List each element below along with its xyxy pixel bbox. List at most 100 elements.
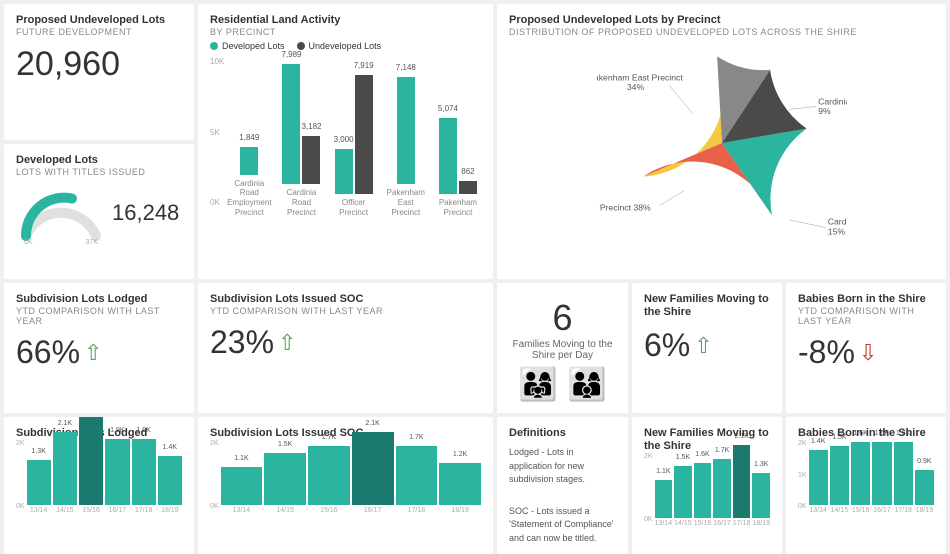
bar-undeveloped: 7,919 [355, 75, 373, 194]
small-bar-chart: 1.1K 13/14 1.5K 14/15 1.7K 15 [221, 444, 481, 514]
undeveloped-subtitle: FUTURE DEVELOPMENT [16, 27, 182, 37]
developed-value: 16,248 [112, 200, 179, 226]
undeveloped-lots-card: Proposed Undeveloped Lots FUTURE DEVELOP… [4, 4, 194, 140]
bar-undeveloped: 3,182 [302, 136, 320, 184]
legend-dot-developed [210, 42, 218, 50]
babies-value: -8% [798, 334, 855, 371]
bar-17-18: 1.6K 17/18 [894, 442, 913, 514]
legend-dot-undeveloped [297, 42, 305, 50]
small-bar-chart: 1.4K 13/14 1.5K 14/15 1.6K 15 [809, 444, 934, 514]
bar-14-15: 1.5K 14/15 [830, 446, 849, 514]
families-day-label: Families Moving to the Shire per Day [509, 339, 616, 361]
bar-chart: 1,849 Cardinia RoadEmploymentPrecinct 7,… [226, 57, 481, 217]
bar-16-17: 2.1K 16/17 [352, 432, 394, 514]
svg-text:Cardinia Road Employment Preci: Cardinia Road Employment Precinct [818, 97, 847, 107]
sub-soc-arrow: ⇧ [278, 330, 296, 356]
sub-soc-chart-card: Subdivision Lots Issued SOC 2K 0K 1.1K 1… [198, 417, 493, 554]
new-families-arrow: ⇧ [694, 333, 712, 359]
bar-18-19: 0.9K 18/19 [915, 470, 934, 514]
bar-17-18: 2.1K 17/18 [733, 445, 751, 527]
small-bar-chart: 1.3K 13/14 2.1K 14/15 3.8K 15 [27, 444, 182, 514]
bar-14-15: 2.1K 14/15 [53, 432, 77, 514]
bar [655, 480, 673, 518]
bar-developed: 7,148 [397, 77, 415, 184]
bar [79, 417, 103, 505]
bar-16-17: 1.9K 16/17 [105, 439, 129, 514]
new-families-value: 6% [644, 327, 690, 364]
sub-soc-chart-wrap: 2K 0K 1.1K 13/14 1.5K 14/15 [210, 440, 481, 514]
bar [872, 442, 891, 505]
bar [221, 467, 263, 505]
undeveloped-value: 20,960 [16, 45, 182, 84]
residential-land-card: Residential Land Activity BY PRECINCT De… [198, 4, 493, 279]
bar [352, 432, 394, 505]
pie-title: Proposed Undeveloped Lots by Precinct [509, 14, 934, 27]
bar-15-16: 3.8K 15/16 [79, 417, 103, 514]
bar-13-14: 1.1K 13/14 [221, 467, 263, 514]
babies-subtitle: YTD COMPARISON WITH LAST YEAR [798, 306, 934, 326]
bar-developed: 1,849 [240, 147, 258, 175]
developed-title: Developed Lots [16, 154, 182, 167]
svg-text:Cardinia Road Precinct: Cardinia Road Precinct [827, 217, 846, 227]
bar [809, 450, 828, 505]
sub-soc-title: Subdivision Lots Issued SOC [210, 293, 481, 306]
sub-soc-kpi-card: Subdivision Lots Issued SOC YTD COMPARIS… [198, 283, 493, 413]
sub-lodged-chart-wrap: 2K 0K 1.3K 13/14 2.1K 14/15 [16, 440, 182, 514]
bar-17-18: 1.7K 17/18 [396, 446, 438, 514]
bar-14-15: 1.5K 14/15 [264, 453, 306, 514]
donut-chart [16, 181, 106, 246]
bar-group-pakenham: 5,074 862 PakenhamPrecinct [435, 118, 481, 217]
bar-17-18: 1.9K 17/18 [132, 439, 156, 514]
y-labels: 2K 0K [644, 453, 653, 523]
residential-subtitle: BY PRECINCT [210, 27, 481, 37]
bar-undeveloped: 862 [459, 181, 477, 194]
bar [105, 439, 129, 505]
bar-15-16: 1.6K 15/16 [851, 442, 870, 514]
pie-chart-card: Proposed Undeveloped Lots by Precinct DI… [497, 4, 946, 279]
undeveloped-title: Proposed Undeveloped Lots [16, 14, 182, 27]
bar-13-14: 1.3K 13/14 [27, 460, 51, 514]
bar [27, 460, 51, 505]
bar-13-14: 1.1K 13/14 [655, 480, 673, 527]
y-labels: 2K 0K [16, 440, 25, 510]
bar [132, 439, 156, 505]
sub-lodged-subtitle: YTD COMPARISON WITH LAST YEAR [16, 306, 182, 326]
bar-developed: 7,989 [282, 64, 300, 184]
legend-undeveloped: Undeveloped Lots [297, 41, 382, 51]
developed-subtitle: LOTS WITH TITLES ISSUED [16, 167, 182, 177]
bar-pair: 7,148 [397, 77, 415, 184]
pie-subtitle: DISTRIBUTION OF PROPOSED UNDEVELOPED LOT… [509, 27, 934, 37]
residential-title: Residential Land Activity [210, 14, 481, 27]
sub-lodged-kpi-card: Subdivision Lots Lodged YTD COMPARISON W… [4, 283, 194, 413]
new-families-chart-title: New Families Moving to the Shire [644, 427, 770, 453]
bar-group-cardinia-emp: 1,849 Cardinia RoadEmploymentPrecinct [226, 147, 272, 217]
families-icon: 👨‍👩‍👧 👨‍👩‍👦 [509, 365, 616, 403]
bar-13-14: 1.4K 13/14 [809, 450, 828, 514]
bar [894, 442, 913, 505]
definitions-card: Definitions Lodged - Lots in application… [497, 417, 628, 554]
developed-lots-card: Developed Lots LOTS WITH TITLES ISSUED 0… [4, 144, 194, 280]
bar-18-19: 1.2K 18/19 [439, 463, 481, 514]
families-day-card: 6 Families Moving to the Shire per Day 👨… [497, 283, 628, 413]
new-families-chart-wrap: 2K 0K 1.1K 13/14 1.5K 14/15 [644, 453, 770, 527]
y-labels: 2K 0K [210, 440, 219, 510]
babies-chart-card: Babies Born in the Shire 2K 1K 0K 1.4K 1… [786, 417, 946, 554]
babies-chart-wrap: 2K 1K 0K 1.4K 13/14 1.5K 14/1 [798, 440, 934, 514]
bar [694, 463, 712, 518]
bar [439, 463, 481, 505]
y-labels: 2K 1K 0K [798, 440, 807, 510]
new-families-title: New Families Moving to the Shire [644, 293, 770, 319]
legend-developed: Developed Lots [210, 41, 285, 51]
definitions-text1: Lodged - Lots in application for new sub… [509, 446, 616, 487]
new-families-chart-card: New Families Moving to the Shire 2K 0K 1… [632, 417, 782, 554]
sub-lodged-title: Subdivision Lots Lodged [16, 293, 182, 306]
bar [713, 459, 731, 518]
sub-soc-chart-title: Subdivision Lots Issued SOC [210, 427, 481, 440]
donut-min: 0K [24, 239, 33, 246]
bar [396, 446, 438, 505]
families-day-number: 6 [509, 297, 616, 339]
svg-text:Pakenham East Precinct: Pakenham East Precinct [597, 73, 683, 83]
dashboard: Proposed Undeveloped Lots FUTURE DEVELOP… [0, 0, 950, 542]
bar [308, 446, 350, 505]
bar-14-15: 1.5K 14/15 [674, 466, 692, 527]
